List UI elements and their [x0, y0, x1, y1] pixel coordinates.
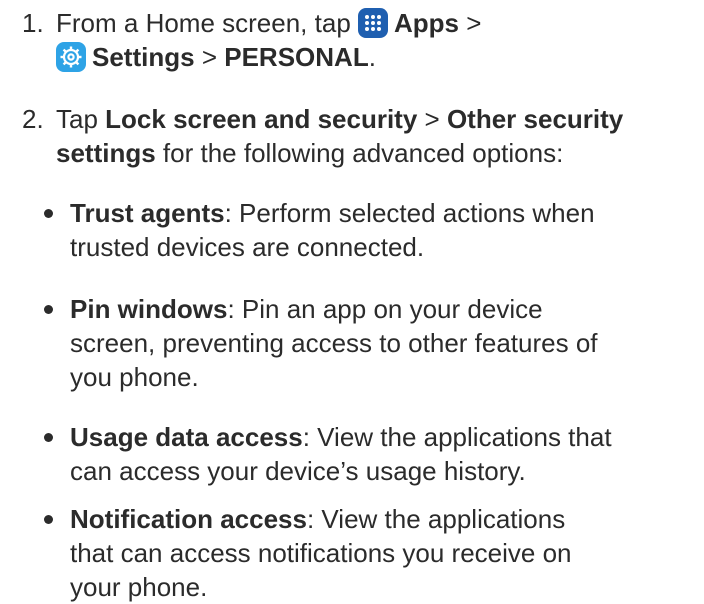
bullet-line-1: Notification access: View the applicatio…	[70, 502, 690, 536]
bullet-dot	[44, 209, 53, 218]
step-1-number: 1.	[22, 8, 44, 38]
settings-label: Settings	[92, 42, 195, 72]
step-1-prefix: From a Home screen, tap	[56, 8, 351, 38]
lock-screen-label: Lock screen and security	[105, 104, 418, 134]
bullet-line-2: screen, preventing access to other featu…	[70, 328, 598, 358]
step-1: 1. From a Home screen, tap Apps > Settin…	[22, 6, 692, 76]
bullet-line-3: your phone.	[70, 572, 208, 602]
bullet-desc: : View the applications that	[302, 422, 612, 452]
bullet-line-1: Trust agents: Perform selected actions w…	[70, 196, 690, 230]
bullet-desc: : Pin an app on your device	[227, 294, 543, 324]
step-2: 2. Tap Lock screen and security > Other …	[22, 102, 692, 172]
bullet-line-1: Usage data access: View the applications…	[70, 420, 690, 454]
step-2-line-1: Tap Lock screen and security > Other sec…	[56, 102, 692, 136]
personal-label: PERSONAL	[224, 42, 369, 72]
bullet-term: Trust agents	[70, 198, 225, 228]
other-security-label: Other security	[446, 104, 624, 134]
settings-gear-icon	[56, 42, 86, 72]
step-1-line-2: Settings > PERSONAL.	[56, 40, 692, 74]
step-2-line-2: settings for the following advanced opti…	[56, 136, 692, 170]
bullet-term: Usage data access	[70, 422, 303, 452]
bullet-dot	[44, 433, 53, 442]
bullet-term: Pin windows	[70, 294, 228, 324]
period: .	[368, 42, 376, 72]
bullet-dot	[44, 515, 53, 524]
separator: >	[424, 104, 440, 134]
apps-grid-icon	[358, 8, 389, 38]
tap-text: Tap	[56, 104, 98, 134]
step-2-suffix: for the following advanced options:	[162, 138, 564, 168]
bullet-line-2: can access your device’s usage history.	[70, 456, 526, 486]
bullet-desc: : View the applications	[306, 504, 566, 534]
bullet-text: Usage data access: View the applications…	[70, 420, 690, 488]
other-security-label-cont: settings	[56, 138, 156, 168]
apps-label: Apps	[394, 8, 460, 38]
step-1-body: From a Home screen, tap Apps > Settings …	[56, 6, 692, 74]
bullet-text: Trust agents: Perform selected actions w…	[70, 196, 690, 264]
bullet-text: Notification access: View the applicatio…	[70, 502, 690, 604]
separator: >	[201, 42, 217, 72]
bullet-line-3: you phone.	[70, 362, 199, 392]
step-1-line-1: From a Home screen, tap Apps >	[56, 6, 692, 40]
bullet-line-2: trusted devices are connected.	[70, 232, 425, 262]
bullet-line-1: Pin windows: Pin an app on your device	[70, 292, 690, 326]
bullet-desc: : Perform selected actions when	[224, 198, 595, 228]
step-2-body: Tap Lock screen and security > Other sec…	[56, 102, 692, 170]
separator: >	[466, 8, 482, 38]
step-2-number: 2.	[22, 104, 44, 134]
bullet-dot	[44, 305, 53, 314]
bullet-text: Pin windows: Pin an app on your device s…	[70, 292, 690, 394]
bullet-line-2: that can access notifications you receiv…	[70, 538, 572, 568]
bullet-term: Notification access	[70, 504, 307, 534]
instruction-page: 1. From a Home screen, tap Apps > Settin…	[0, 0, 704, 602]
